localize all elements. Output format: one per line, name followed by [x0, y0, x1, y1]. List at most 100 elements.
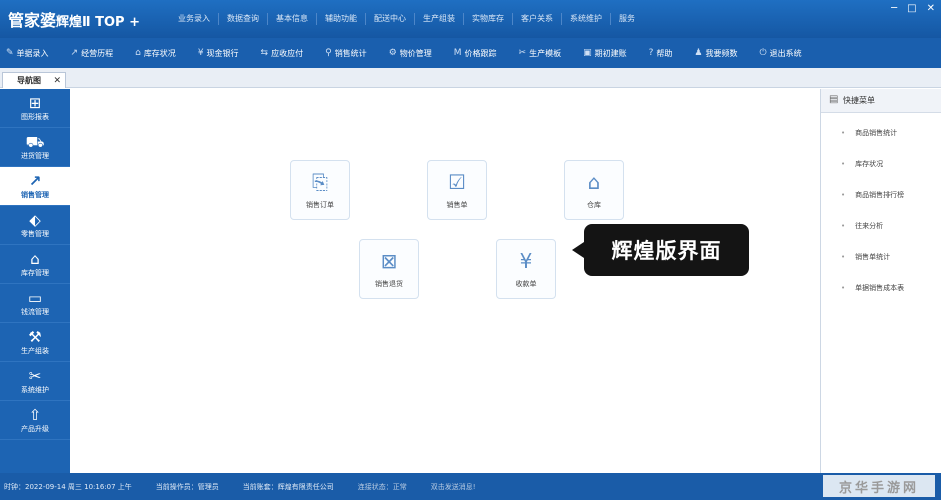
- trend-icon: M: [453, 48, 462, 58]
- quick-menu-item-label: 销售单统计: [855, 252, 891, 261]
- sidebar-item-purchasing[interactable]: ⛟ 进货管理: [0, 128, 70, 167]
- top-menu-item[interactable]: 配送中心: [366, 13, 415, 25]
- toolbar-button-documents[interactable]: ✎ 单据录入: [6, 48, 49, 59]
- help-icon: ?: [648, 48, 654, 58]
- toolbar-label: 现金银行: [206, 48, 239, 58]
- clipboard-check-icon: ☑: [448, 170, 466, 194]
- sidebar-item-label: 系统维护: [21, 386, 49, 394]
- top-menu-item[interactable]: 客户关系: [513, 13, 562, 25]
- sidebar-item-inventory[interactable]: ⌂ 库存管理: [0, 245, 70, 284]
- top-menu-item[interactable]: 业务录入: [170, 13, 219, 25]
- minimize-icon[interactable]: ─: [891, 3, 897, 14]
- toolbar-button-price-track[interactable]: M 价格跟踪: [454, 48, 497, 59]
- sidebar-item-retail[interactable]: ⬖ 零售管理: [0, 206, 70, 245]
- top-menu-item[interactable]: 基本信息: [268, 13, 317, 25]
- cart-icon: ⛟: [25, 133, 45, 151]
- toolbar-label: 帮助: [656, 48, 673, 58]
- tab-navigation[interactable]: 导航图 ✕: [2, 72, 66, 88]
- quick-menu-item[interactable]: • 销售单统计: [821, 241, 941, 272]
- wrench-icon: ⚒: [28, 328, 42, 346]
- toolbar-label: 价格跟踪: [464, 48, 497, 58]
- toolbar-button-production[interactable]: ✂ 生产模板: [519, 48, 562, 59]
- status-message[interactable]: 双击发送消息!: [431, 482, 476, 492]
- bullet-icon: •: [841, 128, 846, 137]
- toolbar-button-feedback[interactable]: ♟ 我要频数: [694, 48, 737, 59]
- toolbar-label: 销售统计: [334, 48, 367, 58]
- tab-close-icon[interactable]: ✕: [53, 76, 61, 86]
- document-icon: ▤: [829, 94, 839, 105]
- quick-menu-item[interactable]: • 商品销售统计: [821, 117, 941, 148]
- top-menu-item[interactable]: 辅助功能: [317, 13, 366, 25]
- toolbar-button-setup[interactable]: ▣ 期初建账: [583, 48, 627, 59]
- sidebar-item-sales[interactable]: ↗ 销售管理: [0, 167, 70, 206]
- card-label: 销售退货: [375, 280, 403, 288]
- card-label: 销售订单: [306, 201, 334, 209]
- sidebar-item-graph-reports[interactable]: ⊞ 图形报表: [0, 89, 70, 128]
- quick-menu-item[interactable]: • 往来分析: [821, 210, 941, 241]
- quick-menu-item-label: 往来分析: [855, 221, 884, 230]
- toolbar-button-history[interactable]: ↗ 经营历程: [71, 48, 114, 59]
- gear-icon: ⚙: [388, 48, 397, 58]
- quick-menu-item-label: 商品销售统计: [855, 128, 898, 137]
- sidebar-item-label: 图形报表: [21, 113, 49, 121]
- card-sales-return[interactable]: ⊠ 销售退货: [359, 239, 419, 299]
- window-controls: ─ □ ✕: [891, 3, 935, 14]
- toolbar-label: 退出系统: [769, 48, 802, 58]
- document-icon: ✎: [6, 48, 14, 58]
- line-chart-icon: ↗: [28, 172, 42, 190]
- house-icon: ⌂: [587, 170, 601, 194]
- bullet-icon: •: [841, 159, 846, 168]
- quick-menu-item-label: 库存状况: [855, 159, 884, 168]
- card-warehouse[interactable]: ⌂ 仓库: [564, 160, 624, 220]
- money-icon: ▭: [27, 289, 43, 307]
- quick-menu-panel: ▤ 快捷菜单 • 商品销售统计 • 库存状况 • 商品销售排行榜 • 往来分析 • 销售单…: [820, 89, 941, 473]
- toolbar-button-help[interactable]: ? 帮助: [649, 48, 673, 59]
- app-logo: 管家婆辉煌Ⅱ TOP +: [0, 7, 170, 31]
- toolbar-button-sales-stats[interactable]: ⚲ 销售统计: [325, 48, 367, 59]
- card-sales-slip[interactable]: ☑ 销售单: [427, 160, 487, 220]
- sidebar-item-maintenance[interactable]: ✂ 系统维护: [0, 362, 70, 401]
- toolbar-button-exit[interactable]: ⏻ 退出系统: [759, 48, 801, 59]
- watermark: 京华手游网: [823, 475, 935, 497]
- bullet-icon: •: [841, 283, 846, 292]
- edit-icon: ▣: [583, 48, 592, 58]
- status-bar: 时钟：2022-09-14 周三 10:16:07 上午 当前操作员：管理员 当…: [0, 473, 941, 500]
- callout-label: 辉煌版界面: [572, 224, 749, 276]
- toolbar-button-cash[interactable]: ¥ 现金银行: [198, 48, 239, 59]
- top-menu-item[interactable]: 生产组装: [415, 13, 464, 25]
- clipboard-box-icon: ⎘: [312, 170, 328, 194]
- bullet-icon: •: [841, 221, 846, 230]
- tag-icon: ⬖: [29, 211, 41, 229]
- sidebar-item-cashflow[interactable]: ▭ 钱流管理: [0, 284, 70, 323]
- card-receipt[interactable]: ¥ 收款单: [496, 239, 556, 299]
- sidebar-item-label: 零售管理: [21, 230, 49, 238]
- transfer-icon: ⇆: [260, 48, 269, 58]
- card-label: 收款单: [515, 280, 537, 288]
- sidebar-item-label: 销售管理: [21, 191, 49, 199]
- status-time: 时钟：2022-09-14 周三 10:16:07 上午: [4, 482, 132, 491]
- toolbar-button-inventory[interactable]: ⌂ 库存状况: [135, 48, 176, 59]
- toolbar-button-receivables[interactable]: ⇆ 应收应付: [261, 48, 304, 59]
- quick-menu-item-label: 单据销售成本表: [855, 283, 905, 292]
- card-label: 仓库: [587, 201, 601, 209]
- top-menu-item[interactable]: 实物库存: [464, 13, 513, 25]
- top-menu-item[interactable]: 系统维护: [562, 13, 611, 25]
- status-operator: 当前操作员：管理员: [155, 482, 219, 491]
- tools-icon: ✂: [518, 48, 527, 58]
- logo-sub: 辉煌Ⅱ TOP +: [56, 15, 140, 30]
- card-sales-order[interactable]: ⎘ 销售订单: [290, 160, 350, 220]
- quick-menu-item[interactable]: • 商品销售排行榜: [821, 179, 941, 210]
- sidebar-item-label: 库存管理: [21, 269, 49, 277]
- maximize-icon[interactable]: □: [907, 3, 916, 14]
- toolbar-button-pricing[interactable]: ⚙ 物价管理: [389, 48, 432, 59]
- sidebar-item-upgrade[interactable]: ⇧ 产品升级: [0, 401, 70, 440]
- quick-menu-item[interactable]: • 单据销售成本表: [821, 272, 941, 303]
- warehouse-icon: ⌂: [135, 48, 141, 58]
- search-icon: ⚲: [325, 48, 332, 58]
- top-menu-item[interactable]: 服务: [611, 13, 643, 25]
- toolbar-label: 库存状况: [143, 48, 176, 58]
- top-menu-item[interactable]: 数据查询: [219, 13, 268, 25]
- close-icon[interactable]: ✕: [927, 3, 935, 14]
- sidebar-item-assembly[interactable]: ⚒ 生产组装: [0, 323, 70, 362]
- quick-menu-item[interactable]: • 库存状况: [821, 148, 941, 179]
